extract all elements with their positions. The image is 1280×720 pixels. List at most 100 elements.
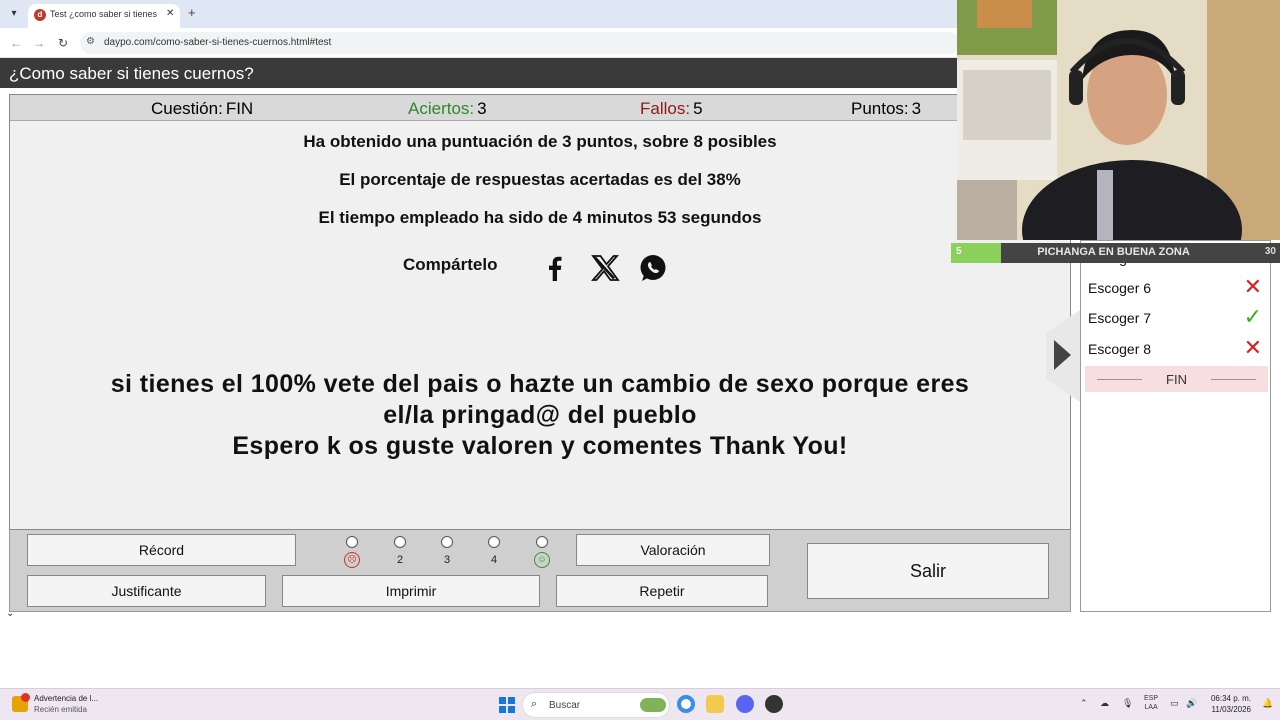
keyboard-layout: LAA	[1144, 704, 1158, 711]
windows-taskbar: Advertencia de l... Recién emitida ⌕ Bus…	[0, 688, 1280, 720]
rating-radio-5[interactable]	[536, 536, 548, 548]
tab-list-chevron-icon[interactable]: ▾	[6, 6, 22, 22]
stat-points-value: 3	[911, 99, 922, 118]
question-list-item[interactable]: Escoger 6 ✕	[1081, 274, 1270, 304]
chrome-icon[interactable]	[677, 695, 695, 713]
question-label: Escoger 6	[1088, 280, 1152, 296]
stat-correct: Aciertos: 3	[408, 99, 487, 119]
record-button[interactable]: Récord	[27, 534, 296, 566]
display-icon[interactable]: ▭	[1170, 698, 1179, 709]
tab-close-icon[interactable]: ✕	[166, 8, 174, 19]
rating-selector: ☹ 2 3 4 ☺	[314, 532, 564, 572]
x-icon[interactable]	[590, 253, 620, 283]
file-explorer-icon[interactable]	[706, 695, 724, 713]
volume-icon[interactable]: 🔊	[1186, 698, 1197, 709]
result-percentage-text: El porcentaje de respuestas acertadas es…	[339, 170, 741, 189]
question-label: Escoger 7	[1088, 310, 1152, 326]
notification-badge	[21, 693, 30, 702]
check-icon: ✓	[1243, 304, 1262, 329]
webcam-feed-image	[957, 0, 1280, 240]
network-icon[interactable]: ☁	[1100, 698, 1109, 709]
salir-button[interactable]: Salir	[807, 543, 1049, 599]
webcam-overlay	[957, 0, 1280, 240]
windows-start-icon[interactable]	[499, 697, 515, 713]
stream-level-right: 30	[1264, 246, 1276, 257]
fin-item[interactable]: FIN	[1085, 366, 1268, 392]
author-message-line-2: el/la pringad@ del pueblo	[383, 401, 697, 429]
page-header: ¿Como saber si tienes cuernos?	[0, 58, 1080, 88]
result-score-text: Ha obtenido una puntuación de 3 puntos, …	[303, 132, 777, 151]
stat-question-value: FIN	[225, 99, 254, 118]
happy-face-icon: ☺	[534, 552, 550, 568]
whatsapp-icon[interactable]	[638, 253, 668, 283]
author-message: si tienes el 100% vete del pais o hazte …	[10, 369, 1070, 462]
sad-face-icon: ☹	[344, 552, 360, 568]
question-list-panel: Escoger 5 ✓ Escoger 6 ✕ Escoger 7 ✓ Esco…	[1080, 240, 1271, 612]
url-text: daypo.com/como-saber-si-tienes-cuernos.h…	[104, 37, 332, 48]
share-label: Compártelo	[403, 255, 498, 274]
browser-tab[interactable]: d Test ¿como saber si tienes cuernos? ✕	[28, 4, 180, 28]
stat-correct-value: 3	[477, 99, 487, 118]
stream-title: PICHANGA EN BUENA ZONA	[1037, 246, 1190, 258]
author-message-line-1: si tienes el 100% vete del pais o hazte …	[110, 370, 970, 398]
stream-level-left: 5	[956, 246, 962, 257]
tray-overflow-icon[interactable]: ⌃	[1080, 698, 1088, 709]
language-indicator[interactable]: ESP LAA	[1144, 694, 1158, 712]
notification-subtitle: Recién emitida	[34, 705, 87, 714]
stats-bar: Cuestión: FIN Aciertos: 3 Fallos: 5 Puntos:…	[10, 95, 1070, 121]
result-time-text: El tiempo empleado ha sido de 4 minutos …	[318, 208, 762, 227]
stream-level-bar: 5 PICHANGA EN BUENA ZONA 30	[951, 243, 1280, 263]
reload-icon[interactable]: ↻	[58, 36, 68, 50]
bottom-action-bar: Récord ☹ 2 3 4 ☺ Valoración Justificante…	[9, 530, 1071, 612]
stat-wrong-label: Fallos:	[640, 99, 691, 118]
stat-correct-label: Aciertos:	[408, 99, 475, 118]
test-result-panel: Cuestión: FIN Aciertos: 3 Fallos: 5 Puntos:…	[9, 94, 1071, 530]
taskbar-search-placeholder: Buscar	[549, 700, 581, 711]
daypo-favicon-icon: d	[34, 9, 46, 21]
stat-points-label: Puntos:	[851, 99, 909, 118]
cross-icon: ✕	[1243, 274, 1262, 299]
stat-points: Puntos: 3	[851, 99, 921, 119]
valoracion-button[interactable]: Valoración	[576, 534, 770, 566]
forward-icon[interactable]: →	[33, 36, 45, 50]
repetir-button[interactable]: Repetir	[556, 575, 768, 607]
back-icon[interactable]: ←	[10, 36, 22, 50]
page-title: ¿Como saber si tienes cuernos?	[9, 64, 254, 83]
stat-question-label: Cuestión:	[151, 99, 223, 118]
justificante-button[interactable]: Justificante	[27, 575, 266, 607]
question-list-item[interactable]: Escoger 8 ✕	[1081, 335, 1270, 365]
language-code: ESP	[1144, 695, 1159, 702]
rating-label-2: 2	[396, 554, 404, 566]
microphone-icon[interactable]: 🎙	[1122, 698, 1133, 709]
rating-radio-1[interactable]	[346, 536, 358, 548]
stat-question: Cuestión: FIN	[151, 99, 253, 119]
tab-title: Test ¿como saber si tienes cuernos?	[50, 9, 160, 19]
arrow-right-icon	[1054, 340, 1071, 370]
discord-icon[interactable]	[736, 695, 754, 713]
screen: ▾ d Test ¿como saber si tienes cuernos? …	[0, 0, 1280, 720]
rating-label-3: 3	[443, 554, 451, 566]
stat-wrong-value: 5	[693, 99, 703, 118]
clock-date: 11/03/2026	[1211, 705, 1251, 714]
facebook-icon[interactable]	[540, 253, 570, 283]
author-message-line-3: Espero k os guste valoren y comentes Tha…	[232, 432, 848, 460]
new-tab-icon[interactable]: +	[188, 5, 196, 20]
notification-title: Advertencia de l...	[34, 694, 99, 703]
notification-bell-icon[interactable]: 🔔	[1262, 698, 1273, 709]
rating-label-4: 4	[490, 554, 498, 566]
obs-icon[interactable]	[765, 695, 783, 713]
search-icon: ⌕	[531, 698, 538, 710]
widget-icon[interactable]	[640, 698, 666, 712]
chevron-down-icon[interactable]: ⌄	[6, 608, 22, 620]
cross-icon: ✕	[1243, 335, 1262, 360]
system-clock[interactable]: 06:34 p. m. 11/03/2026	[1205, 693, 1251, 715]
clock-time: 06:34 p. m.	[1210, 694, 1251, 703]
url-field[interactable]: ⚙ daypo.com/como-saber-si-tienes-cuernos…	[80, 32, 960, 54]
rating-radio-3[interactable]	[441, 536, 453, 548]
site-info-icon[interactable]: ⚙	[86, 36, 95, 47]
fin-label: FIN	[1166, 372, 1187, 387]
question-list-item[interactable]: Escoger 7 ✓	[1081, 304, 1270, 334]
rating-radio-2[interactable]	[394, 536, 406, 548]
rating-radio-4[interactable]	[488, 536, 500, 548]
imprimir-button[interactable]: Imprimir	[282, 575, 540, 607]
